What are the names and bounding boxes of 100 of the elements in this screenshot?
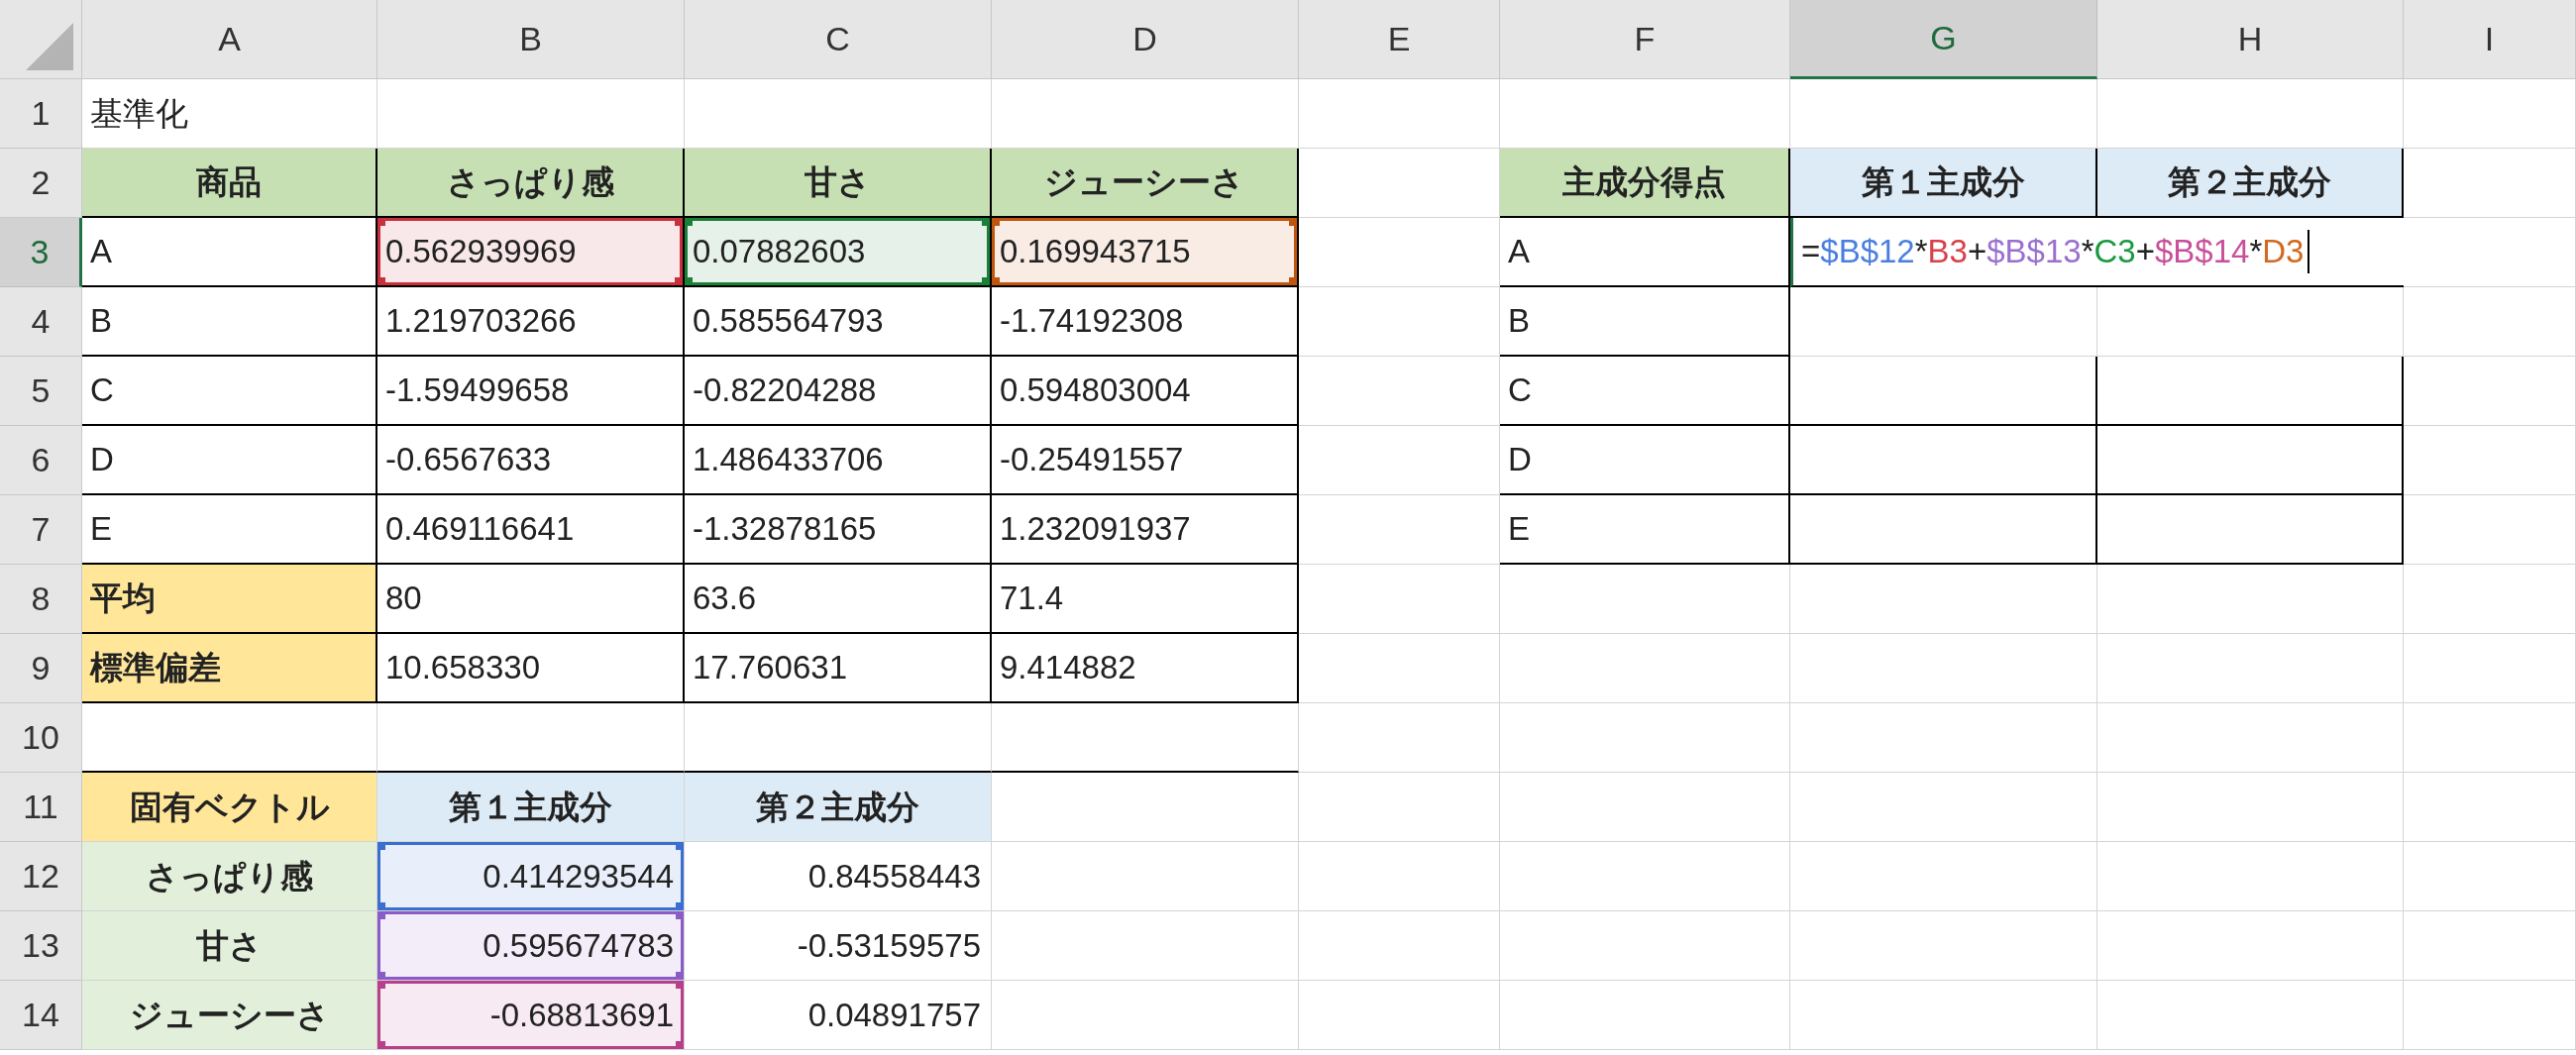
selection-handle[interactable] <box>676 1041 684 1049</box>
table-cell[interactable]: A <box>1500 218 1790 287</box>
grid-cell[interactable] <box>1299 773 1500 842</box>
table-cell[interactable]: -0.82204288 <box>685 357 992 426</box>
table-cell[interactable]: 71.4 <box>992 565 1299 634</box>
grid-cell[interactable] <box>2404 426 2576 495</box>
table-cell[interactable]: D <box>1500 426 1790 495</box>
grid-cell[interactable] <box>1299 842 1500 911</box>
grid-cell[interactable] <box>992 773 1299 842</box>
table-cell[interactable]: 0.594803004 <box>992 357 1299 426</box>
table-cell[interactable]: -1.74192308 <box>992 287 1299 357</box>
row-header[interactable]: 8 <box>0 565 82 634</box>
grid-cell[interactable] <box>1299 426 1500 495</box>
table-cell[interactable]: 0.585564793 <box>685 287 992 357</box>
header-cell[interactable]: 商品 <box>82 149 377 218</box>
column-header[interactable]: B <box>377 0 685 79</box>
grid-cell[interactable] <box>1299 981 1500 1050</box>
grid-cell[interactable] <box>2404 911 2576 981</box>
grid-cell[interactable] <box>2404 149 2576 218</box>
grid-cell[interactable] <box>2404 981 2576 1050</box>
column-header[interactable]: I <box>2404 0 2576 79</box>
grid-cell[interactable] <box>2404 842 2576 911</box>
grid-cell[interactable] <box>1299 911 1500 981</box>
column-header[interactable]: A <box>82 0 377 79</box>
selection-handle[interactable] <box>377 1041 385 1049</box>
table-cell[interactable]: 63.6 <box>685 565 992 634</box>
grid-cell[interactable] <box>1299 495 1500 565</box>
grid-cell[interactable] <box>992 703 1299 773</box>
grid-cell[interactable] <box>1790 981 2097 1050</box>
table-cell[interactable]: -0.6567633 <box>377 426 685 495</box>
header-cell[interactable]: 第１主成分 <box>1790 149 2097 218</box>
column-header[interactable]: C <box>685 0 992 79</box>
table-cell[interactable] <box>1790 495 2097 565</box>
table-cell[interactable]: 10.658330 <box>377 634 685 703</box>
selection-handle[interactable] <box>1289 218 1297 226</box>
row-header[interactable]: 7 <box>0 495 82 565</box>
table-cell[interactable]: 9.414882 <box>992 634 1299 703</box>
row-header[interactable]: 6 <box>0 426 82 495</box>
selection-handle[interactable] <box>377 218 385 226</box>
row-header[interactable]: 4 <box>0 287 82 357</box>
row-header[interactable]: 2 <box>0 149 82 218</box>
table-cell[interactable]: 17.760631 <box>685 634 992 703</box>
grid-cell[interactable] <box>1299 218 1500 287</box>
row-header[interactable]: 5 <box>0 357 82 426</box>
row-header[interactable]: 13 <box>0 911 82 981</box>
grid-cell[interactable] <box>1299 703 1500 773</box>
header-cell[interactable]: 第１主成分 <box>377 773 685 842</box>
table-cell[interactable]: 1.486433706 <box>685 426 992 495</box>
row-header[interactable]: 3 <box>0 218 82 287</box>
table-cell[interactable]: 0.04891757 <box>685 981 992 1050</box>
grid-cell[interactable] <box>2097 842 2404 911</box>
table-cell[interactable]: C <box>1500 357 1790 426</box>
header-cell[interactable]: さっぱり感 <box>377 149 685 218</box>
table-cell[interactable]: C <box>82 357 377 426</box>
grid-cell[interactable] <box>992 911 1299 981</box>
table-cell[interactable]: 0.414293544 <box>377 842 685 911</box>
table-cell[interactable] <box>1790 426 2097 495</box>
grid-cell[interactable] <box>1790 703 2097 773</box>
grid-cell[interactable] <box>2097 911 2404 981</box>
row-header[interactable]: 9 <box>0 634 82 703</box>
table-cell[interactable]: 1.219703266 <box>377 287 685 357</box>
header-cell[interactable]: 甘さ <box>82 911 377 981</box>
table-cell[interactable]: -0.68813691 <box>377 981 685 1050</box>
header-cell[interactable]: 主成分得点 <box>1500 149 1790 218</box>
selection-handle[interactable] <box>676 842 684 850</box>
row-header[interactable]: 14 <box>0 981 82 1050</box>
table-cell[interactable]: -0.25491557 <box>992 426 1299 495</box>
table-cell[interactable]: 1.232091937 <box>992 495 1299 565</box>
table-cell[interactable]: D <box>82 426 377 495</box>
grid-cell[interactable] <box>992 981 1299 1050</box>
column-header[interactable]: D <box>992 0 1299 79</box>
grid-cell[interactable] <box>1500 773 1790 842</box>
row-header[interactable]: 11 <box>0 773 82 842</box>
row-header[interactable]: 1 <box>0 79 82 149</box>
header-cell[interactable]: ジューシーさ <box>82 981 377 1050</box>
header-cell[interactable]: さっぱり感 <box>82 842 377 911</box>
grid-cell[interactable] <box>2097 287 2404 357</box>
grid-cell[interactable] <box>2404 287 2576 357</box>
column-header[interactable]: G <box>1790 0 2097 79</box>
grid-cell[interactable] <box>2097 634 2404 703</box>
header-cell[interactable]: 平均 <box>82 565 377 634</box>
grid-cell[interactable] <box>1500 981 1790 1050</box>
grid-cell[interactable] <box>2404 79 2576 149</box>
selection-handle[interactable] <box>1289 277 1297 285</box>
column-header[interactable]: H <box>2097 0 2404 79</box>
grid-cell[interactable] <box>1500 565 1790 634</box>
grid-cell[interactable] <box>2404 703 2576 773</box>
grid-cell[interactable] <box>1500 911 1790 981</box>
grid-cell[interactable] <box>992 842 1299 911</box>
grid-cell[interactable] <box>2404 773 2576 842</box>
grid-cell[interactable] <box>1299 634 1500 703</box>
grid-cell[interactable] <box>1299 357 1500 426</box>
grid-cell[interactable] <box>2404 634 2576 703</box>
table-cell[interactable]: 80 <box>377 565 685 634</box>
column-header[interactable]: E <box>1299 0 1500 79</box>
grid-cell[interactable] <box>2404 565 2576 634</box>
table-cell[interactable]: E <box>1500 495 1790 565</box>
header-cell[interactable]: 第２主成分 <box>2097 149 2404 218</box>
grid-cell[interactable] <box>2404 495 2576 565</box>
table-cell[interactable]: 0.562939969 <box>377 218 685 287</box>
